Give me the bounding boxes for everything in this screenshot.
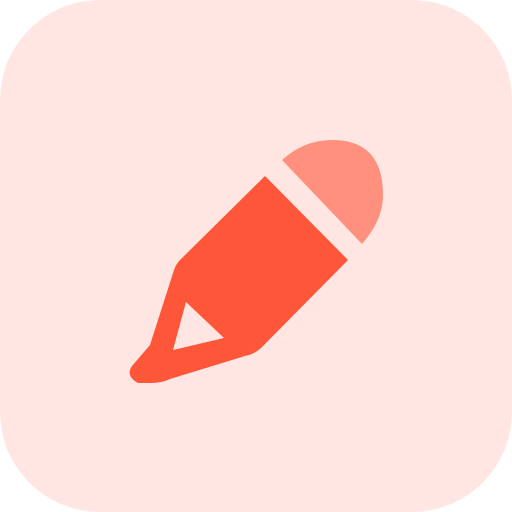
app-icon[interactable] <box>0 0 512 512</box>
pencil-icon <box>0 0 512 512</box>
